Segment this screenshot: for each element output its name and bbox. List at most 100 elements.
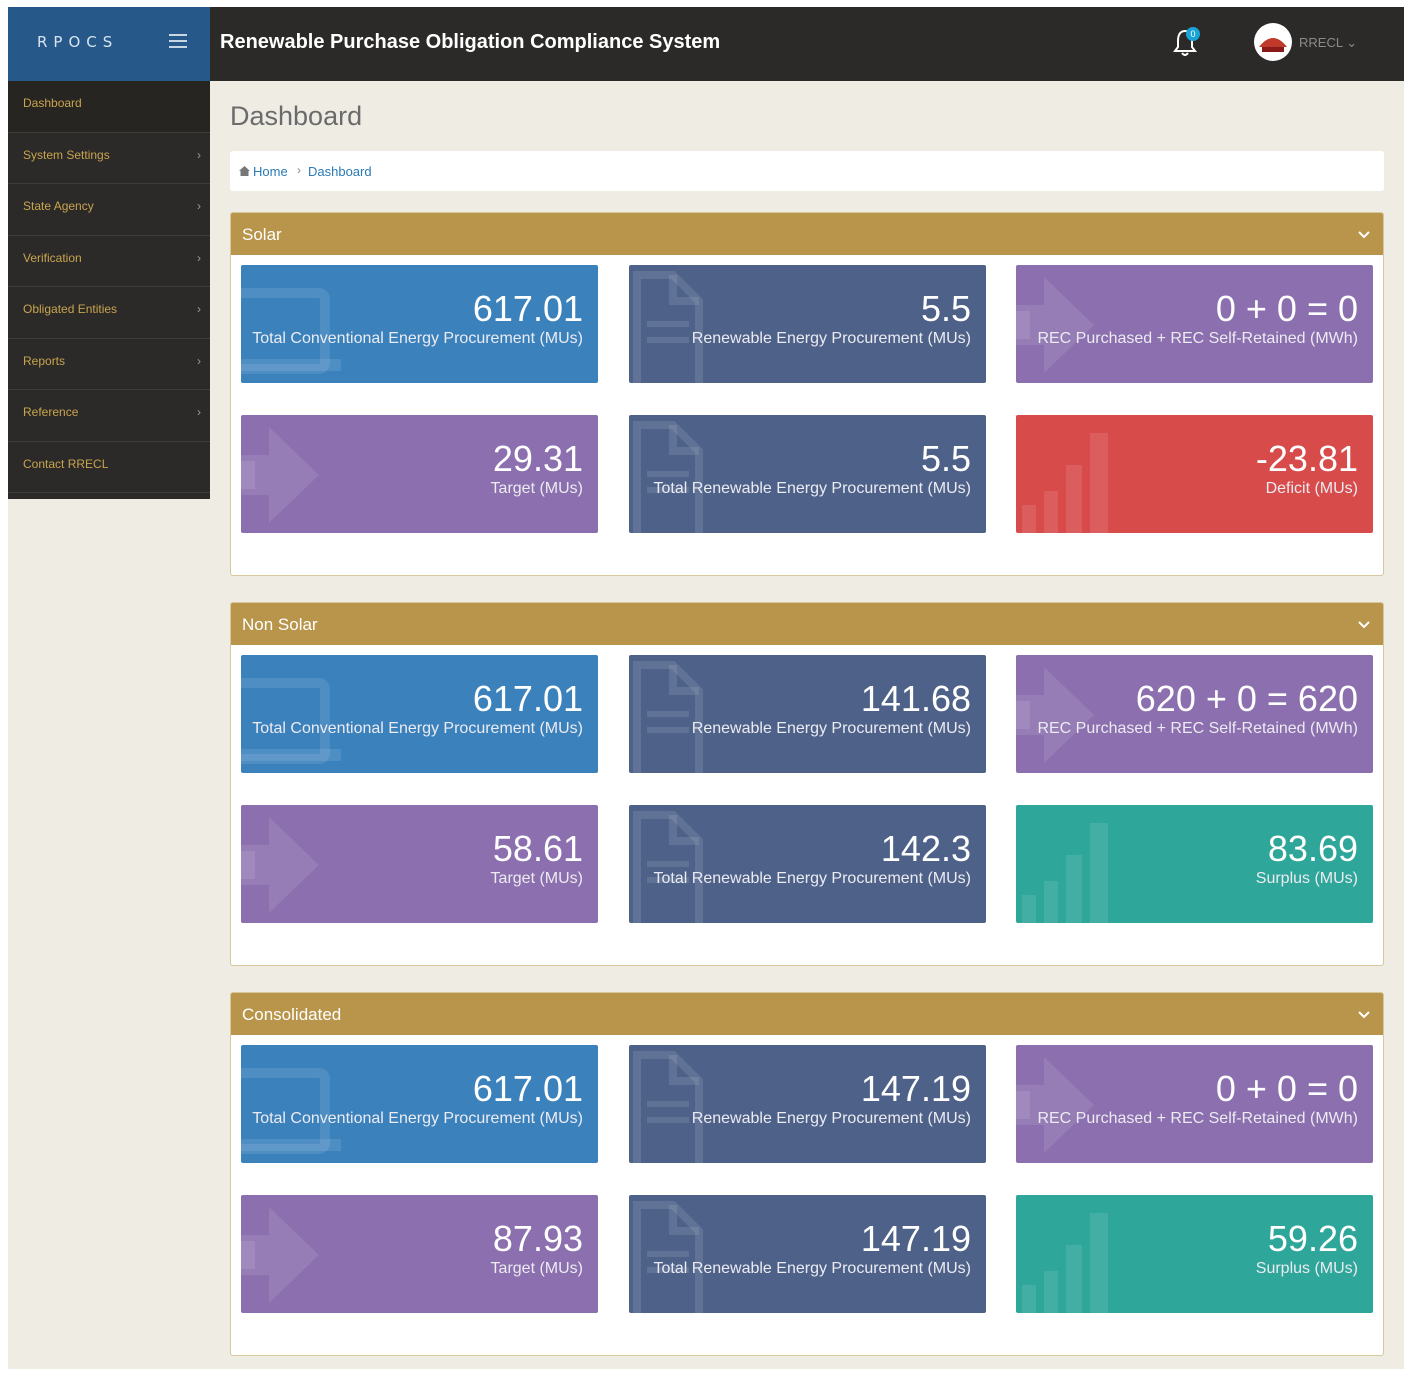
stat-label: Total Conventional Energy Procurement (M… [252, 1110, 583, 1127]
stat-label: Deficit (MUs) [1265, 480, 1358, 497]
panel-title: Non Solar [242, 615, 318, 634]
stat-value: 0 + 0 = 0 [1215, 1068, 1358, 1109]
stat-label: Total Renewable Energy Procurement (MUs) [653, 1260, 971, 1277]
chevron-down-icon[interactable] [1355, 225, 1373, 243]
stat-tile[interactable]: 5.5 Total Renewable Energy Procurement (M… [629, 415, 986, 533]
breadcrumb-separator: › [297, 163, 301, 177]
username-label: RRECL ⌄ [1299, 35, 1357, 51]
stat-tile[interactable]: 617.01 Total Conventional Energy Procurem… [241, 1045, 598, 1163]
stat-value: 620 + 0 = 620 [1135, 678, 1358, 719]
page-title: Dashboard [230, 101, 363, 131]
sidebar-item-dashboard[interactable]: Dashboard [8, 81, 210, 133]
sidebar: Dashboard System Settings › State Agency › Ve… [8, 81, 210, 499]
stat-label: Target (MUs) [490, 1260, 583, 1277]
sidebar-item-label: Dashboard [23, 96, 82, 110]
stat-label: REC Purchased + REC Self-Retained (MWh) [1037, 1110, 1358, 1127]
chevron-right-icon: › [197, 302, 201, 316]
stat-tile[interactable]: 59.26 Surplus (MUs) [1016, 1195, 1373, 1313]
stat-tile[interactable]: 87.93 Target (MUs) [241, 1195, 598, 1313]
stat-label: Surplus (MUs) [1255, 1260, 1358, 1277]
sidebar-item-label: Reports [23, 353, 66, 368]
stat-value: 83.69 [1267, 828, 1358, 869]
stat-label: Total Renewable Energy Procurement (MUs) [653, 480, 971, 497]
stat-tile[interactable]: 58.61 Target (MUs) [241, 805, 598, 923]
panel-header[interactable]: Consolidated [231, 993, 1383, 1035]
stat-value: 59.26 [1267, 1218, 1358, 1259]
chevron-right-icon: › [197, 147, 201, 162]
stat-label: REC Purchased + REC Self-Retained (MWh) [1037, 720, 1358, 737]
stat-tile[interactable]: 83.69 Surplus (MUs) [1016, 805, 1373, 923]
stat-value: 0 + 0 = 0 [1215, 288, 1358, 329]
sidebar-item-label: Obligated Entities [23, 302, 118, 316]
panel-header[interactable]: Non Solar [231, 603, 1383, 645]
stat-tile[interactable]: 147.19 Renewable Energy Procurement (MUs) [629, 1045, 986, 1163]
app-frame: RPOCS Renewable Purchase Obligation Comp… [8, 7, 1404, 1369]
notification-count-badge: 0 [1186, 27, 1200, 41]
stat-label: REC Purchased + REC Self-Retained (MWh) [1037, 330, 1358, 347]
stat-tile[interactable]: 620 + 0 = 620 REC Purchased + REC Self-Re… [1016, 655, 1373, 773]
stat-value: 29.31 [492, 438, 583, 479]
avatar [1254, 23, 1292, 61]
chevron-down-icon[interactable] [1355, 1005, 1373, 1023]
stat-label: Renewable Energy Procurement (MUs) [691, 330, 971, 347]
stat-tile[interactable]: 141.68 Renewable Energy Procurement (MUs) [629, 655, 986, 773]
sidebar-item-label: Reference [23, 405, 79, 419]
chevron-right-icon: › [197, 353, 201, 368]
stat-tile[interactable]: 0 + 0 = 0 REC Purchased + REC Self-Retain… [1016, 1045, 1373, 1163]
sidebar-item-state-agency[interactable]: State Agency › [8, 184, 210, 236]
stat-label: Total Conventional Energy Procurement (M… [252, 330, 583, 347]
sidebar-item-label: System Settings [23, 147, 110, 162]
stat-value: 58.61 [492, 828, 583, 869]
stat-tile[interactable]: 142.3 Total Renewable Energy Procurement … [629, 805, 986, 923]
menu-toggle-icon[interactable] [169, 34, 187, 50]
stat-value: 87.93 [492, 1218, 583, 1259]
sidebar-item-verification[interactable]: Verification › [8, 236, 210, 287]
home-icon [239, 166, 250, 176]
chevron-right-icon: › [197, 250, 201, 265]
sidebar-item-reports[interactable]: Reports › [8, 339, 210, 390]
sidebar-item-label: State Agency [23, 199, 94, 213]
stat-label: Renewable Energy Procurement (MUs) [691, 720, 971, 737]
app-title: Renewable Purchase Obligation Compliance… [220, 31, 721, 53]
panel-solar: Solar 617.01 Total Conventional Energy Pro… [230, 212, 1384, 576]
stat-tile[interactable]: 617.01 Total Conventional Energy Procurem… [241, 265, 598, 383]
sidebar-item-reference[interactable]: Reference › [8, 390, 210, 442]
chevron-right-icon: › [197, 199, 201, 213]
chevron-down-icon[interactable] [1355, 615, 1373, 633]
sidebar-item-contact-rrecl[interactable]: Contact RRECL [8, 442, 210, 493]
stat-value: 147.19 [860, 1218, 971, 1259]
stat-label: Total Renewable Energy Procurement (MUs) [653, 870, 971, 887]
stat-tile[interactable]: 147.19 Total Renewable Energy Procurement… [629, 1195, 986, 1313]
sidebar-item-obligated-entities[interactable]: Obligated Entities › [8, 287, 210, 339]
panel-title: Consolidated [242, 1005, 342, 1024]
notification-bell-button[interactable]: 0 [1172, 27, 1202, 59]
stat-value: 147.19 [860, 1068, 971, 1109]
stat-label: Target (MUs) [490, 870, 583, 887]
stat-tile[interactable]: 29.31 Target (MUs) [241, 415, 598, 533]
stat-label: Target (MUs) [490, 480, 583, 497]
stat-value: 142.3 [880, 828, 971, 869]
chevron-right-icon: › [197, 405, 201, 419]
stat-value: 5.5 [920, 438, 971, 479]
top-navbar: RPOCS Renewable Purchase Obligation Comp… [8, 7, 1404, 81]
brand-logo-text[interactable]: RPOCS [37, 33, 118, 51]
stat-tile[interactable]: 0 + 0 = 0 REC Purchased + REC Self-Retain… [1016, 265, 1373, 383]
sidebar-item-system-settings[interactable]: System Settings › [8, 133, 210, 184]
chevron-down-icon: ⌄ [1346, 35, 1358, 50]
sidebar-item-label: Contact RRECL [23, 456, 109, 471]
panel-header[interactable]: Solar [231, 213, 1383, 255]
username-text: RRECL [1299, 35, 1343, 50]
brand-area: RPOCS [8, 7, 210, 81]
panel-consolidated: Consolidated 617.01 Total Conventional Ene… [230, 992, 1384, 1356]
stat-tile[interactable]: 5.5 Renewable Energy Procurement (MUs) [629, 265, 986, 383]
stat-value: 5.5 [920, 288, 971, 329]
breadcrumb-home-link[interactable]: Home [253, 164, 288, 179]
breadcrumb: Home › Dashboard [230, 151, 1384, 191]
stat-label: Total Conventional Energy Procurement (M… [252, 720, 583, 737]
stat-value: 141.68 [860, 678, 971, 719]
stat-tile[interactable]: -23.81 Deficit (MUs) [1016, 415, 1373, 533]
breadcrumb-current[interactable]: Dashboard [308, 164, 372, 179]
panel-non-solar: Non Solar 617.01 Total Conventional Energy… [230, 602, 1384, 966]
stat-label: Renewable Energy Procurement (MUs) [691, 1110, 971, 1127]
stat-tile[interactable]: 617.01 Total Conventional Energy Procurem… [241, 655, 598, 773]
